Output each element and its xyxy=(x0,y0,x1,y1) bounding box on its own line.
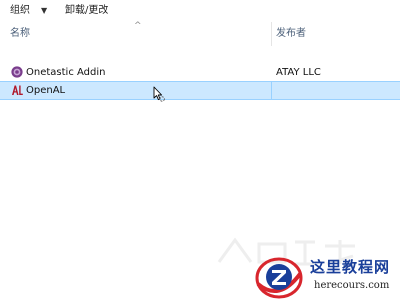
list-item[interactable]: Onetastic Addin ATAY LLC xyxy=(0,63,400,82)
organize-menu[interactable]: 组织 xyxy=(10,4,30,18)
program-name: OpenAL xyxy=(26,85,66,96)
site-title: 这里教程网 xyxy=(310,258,391,276)
column-divider xyxy=(271,82,272,99)
list-column-header: 名称 ^ 发布者 xyxy=(0,22,400,46)
programs-and-features-window: 组织 ▼ 卸载/更改 名称 ^ 发布者 Onetastic Addin ATAY… xyxy=(0,0,400,300)
list-item-selected[interactable]: OpenAL xyxy=(0,81,400,100)
openal-icon xyxy=(12,85,23,95)
program-publisher: ATAY LLC xyxy=(276,67,321,78)
column-header-name[interactable]: 名称 xyxy=(10,28,30,40)
toolbar: 组织 ▼ 卸载/更改 xyxy=(0,0,400,23)
site-logo-icon xyxy=(255,257,303,299)
uninstall-change-button[interactable]: 卸载/更改 xyxy=(65,4,108,18)
onetastic-icon xyxy=(11,66,23,78)
arrow-busy-cursor xyxy=(153,86,165,102)
column-header-publisher[interactable]: 发布者 xyxy=(276,28,306,40)
program-name: Onetastic Addin xyxy=(26,67,106,78)
column-divider[interactable] xyxy=(271,22,272,46)
site-url: herecours.com xyxy=(314,280,390,291)
chevron-down-icon[interactable]: ▼ xyxy=(41,6,47,16)
site-logo-watermark: 这里教程网 herecours.com xyxy=(254,254,400,300)
sort-ascending-icon: ^ xyxy=(134,21,142,31)
